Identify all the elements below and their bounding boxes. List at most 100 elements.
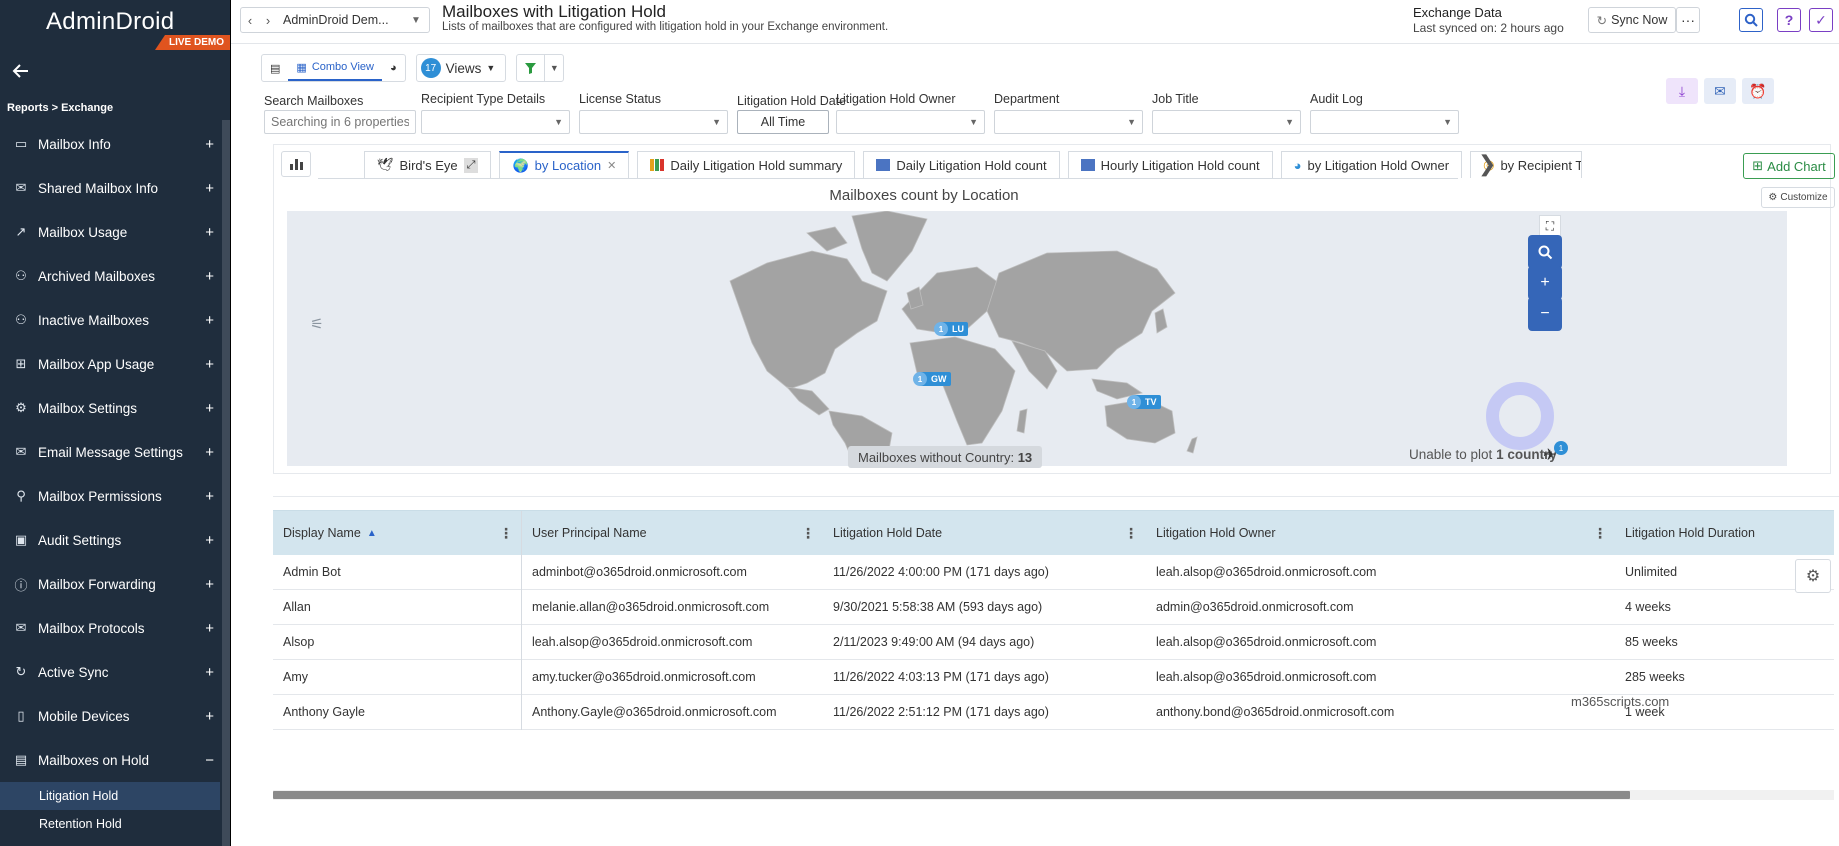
table-settings-icon[interactable]: ⚙ <box>1795 559 1831 593</box>
admindroid-logo[interactable]: AdminDroid <box>46 8 174 36</box>
sidebar-item-email-message-settings[interactable]: ✉Email Message Settings+ <box>0 430 220 474</box>
column-menu-icon[interactable]: ⋮ <box>1593 525 1607 542</box>
help-button[interactable]: ? <box>1777 8 1801 32</box>
litigation-hold-date-button[interactable]: All Time <box>737 110 829 134</box>
table-row[interactable]: Admin Botadminbot@o365droid.onmicrosoft.… <box>273 555 1834 590</box>
expand-icon[interactable]: + <box>205 224 214 241</box>
column-header-hold-duration[interactable]: Litigation Hold Duration <box>1615 511 1834 556</box>
sidebar-item-mailbox-usage[interactable]: ↗Mailbox Usage+ <box>0 210 220 254</box>
license-status-select[interactable]: ▼ <box>579 110 728 134</box>
tab-birds-eye[interactable]: 🕊Bird's Eye⤢ <box>364 151 491 178</box>
table-horizontal-scrollbar[interactable] <box>273 790 1834 800</box>
zoom-in-icon[interactable]: + <box>1528 266 1562 300</box>
grid-view-icon[interactable]: ▤ <box>262 55 288 81</box>
sidebar-item-mobile-devices[interactable]: ▯Mobile Devices+ <box>0 694 220 738</box>
column-menu-icon[interactable]: ⋮ <box>499 525 513 542</box>
nav-forward-icon[interactable]: › <box>259 13 277 28</box>
sidebar-item-audit-settings[interactable]: ▣Audit Settings+ <box>0 518 220 562</box>
sidebar-item-archived-mailboxes[interactable]: ⚇Archived Mailboxes+ <box>0 254 220 298</box>
sidebar-item-active-sync[interactable]: ↻Active Sync+ <box>0 650 220 694</box>
tab-by-owner[interactable]: ◕by Litigation Hold Owner <box>1281 151 1463 178</box>
sidebar-item-mailbox-protocols[interactable]: ✉Mailbox Protocols+ <box>0 606 220 650</box>
expand-icon[interactable]: + <box>205 312 214 329</box>
back-arrow-icon[interactable] <box>10 60 32 82</box>
map-pin-gw[interactable]: 1GW <box>919 372 951 386</box>
org-switcher[interactable]: ‹ › AdminDroid Dem... ▼ <box>240 7 430 33</box>
customize-button[interactable]: ⚙Customize <box>1761 187 1835 208</box>
sidebar-item-shared-mailbox-info[interactable]: ✉Shared Mailbox Info+ <box>0 166 220 210</box>
expand-icon[interactable]: + <box>205 444 214 461</box>
expand-icon[interactable]: + <box>205 708 214 725</box>
sidebar-item-mailbox-permissions[interactable]: ⚲Mailbox Permissions+ <box>0 474 220 518</box>
email-report-icon[interactable]: ✉ <box>1704 78 1736 104</box>
expand-icon[interactable]: + <box>205 488 214 505</box>
sidebar-item-mailbox-settings[interactable]: ⚙Mailbox Settings+ <box>0 386 220 430</box>
column-menu-icon[interactable]: ⋮ <box>1124 525 1138 542</box>
sort-asc-icon[interactable]: ▲ <box>367 528 377 539</box>
tab-hourly-count[interactable]: Hourly Litigation Hold count <box>1068 151 1273 178</box>
tab-daily-summary[interactable]: Daily Litigation Hold summary <box>637 151 855 178</box>
sync-now-button[interactable]: ↻ Sync Now <box>1588 7 1676 33</box>
sidebar-item-mailbox-forwarding[interactable]: ⓘMailbox Forwarding+ <box>0 562 220 606</box>
expand-icon[interactable]: ⤢ <box>464 158 479 173</box>
sidebar-scrollbar[interactable] <box>222 120 230 846</box>
expand-icon[interactable]: + <box>205 576 214 593</box>
expand-icon[interactable]: + <box>205 180 214 197</box>
audit-log-select[interactable]: ▼ <box>1310 110 1459 134</box>
add-chart-button[interactable]: ⊞Add Chart <box>1743 153 1835 179</box>
search-mailboxes-input[interactable] <box>264 110 416 134</box>
close-icon[interactable]: ✕ <box>607 159 616 172</box>
column-header-hold-owner[interactable]: Litigation Hold Owner⋮ <box>1146 511 1615 556</box>
litigation-hold-owner-select[interactable]: ▼ <box>836 110 985 134</box>
sidebar-item-inactive-mailboxes[interactable]: ⚇Inactive Mailboxes+ <box>0 298 220 342</box>
sidebar-subitem-litigation-hold[interactable]: Litigation Hold <box>0 782 220 810</box>
chart-view-icon[interactable]: ◕ <box>382 55 405 81</box>
schedule-report-icon[interactable]: ⏰ <box>1742 78 1774 104</box>
funnel-icon[interactable] <box>517 55 545 81</box>
expand-icon[interactable]: + <box>205 400 214 417</box>
job-title-select[interactable]: ▼ <box>1152 110 1301 134</box>
export-download-icon[interactable]: ⤓ <box>1666 78 1698 104</box>
column-menu-icon[interactable]: ⋮ <box>801 525 815 542</box>
nav-back-icon[interactable]: ‹ <box>241 13 259 28</box>
column-header-upn[interactable]: User Principal Name⋮ <box>522 511 823 556</box>
expand-icon[interactable]: + <box>205 356 214 373</box>
map-pin-lu[interactable]: 1LU <box>940 322 968 336</box>
chevron-right-icon[interactable]: ❯ <box>1478 151 1496 177</box>
recipient-type-select[interactable]: ▼ <box>421 110 570 134</box>
sidebar-item-mailboxes-on-hold[interactable]: ▤Mailboxes on Hold− <box>0 738 220 782</box>
world-map[interactable]: ⚟ ⛶ + − 1LU 1GW 1TV Mailboxes without Co… <box>287 211 1787 466</box>
table-row[interactable]: Alsopleah.alsop@o365droid.onmicrosoft.co… <box>273 625 1834 660</box>
chart-toggle-icon[interactable] <box>281 151 311 177</box>
sidebar-subitem-retention-hold[interactable]: Retention Hold <box>0 810 220 838</box>
column-header-hold-date[interactable]: Litigation Hold Date⋮ <box>823 511 1146 556</box>
map-search-icon[interactable] <box>1528 235 1562 269</box>
combo-view-button[interactable]: ▦Combo View <box>288 55 382 81</box>
department-select[interactable]: ▼ <box>994 110 1143 134</box>
views-dropdown[interactable]: 17 Views ▼ <box>416 54 507 82</box>
map-settings-icon[interactable]: ⚟ <box>305 312 329 336</box>
filter-caret-icon[interactable]: ▼ <box>545 63 563 73</box>
expand-icon[interactable]: + <box>205 664 214 681</box>
column-header-display-name[interactable]: Display Name▲⋮ <box>273 511 522 556</box>
fullscreen-icon[interactable]: ⛶ <box>1539 215 1561 237</box>
checklist-icon[interactable]: ✓ <box>1809 8 1833 32</box>
search-icon[interactable] <box>1739 8 1763 32</box>
table-row[interactable]: Allanmelanie.allan@o365droid.onmicrosoft… <box>273 590 1834 625</box>
tab-daily-count[interactable]: Daily Litigation Hold count <box>863 151 1059 178</box>
expand-icon[interactable]: + <box>205 532 214 549</box>
tab-by-location[interactable]: 🌍by Location✕ <box>499 151 629 178</box>
scrollbar-thumb[interactable] <box>273 791 1630 799</box>
sidebar-item-mailbox-app-usage[interactable]: ⊞Mailbox App Usage+ <box>0 342 220 386</box>
expand-icon[interactable]: + <box>205 620 214 637</box>
zoom-out-icon[interactable]: − <box>1528 297 1562 331</box>
filter-button[interactable]: ▼ <box>516 54 564 82</box>
collapse-icon[interactable]: − <box>205 752 214 769</box>
map-pin-tv[interactable]: 1TV <box>1133 395 1161 409</box>
more-options-button[interactable]: ··· <box>1676 7 1700 33</box>
chevron-down-icon[interactable]: ▼ <box>411 15 429 26</box>
table-row[interactable]: Amyamy.tucker@o365droid.onmicrosoft.com1… <box>273 660 1834 695</box>
sidebar-item-mailbox-info[interactable]: ▭Mailbox Info+ <box>0 122 220 166</box>
expand-icon[interactable]: + <box>205 268 214 285</box>
expand-icon[interactable]: + <box>205 136 214 153</box>
